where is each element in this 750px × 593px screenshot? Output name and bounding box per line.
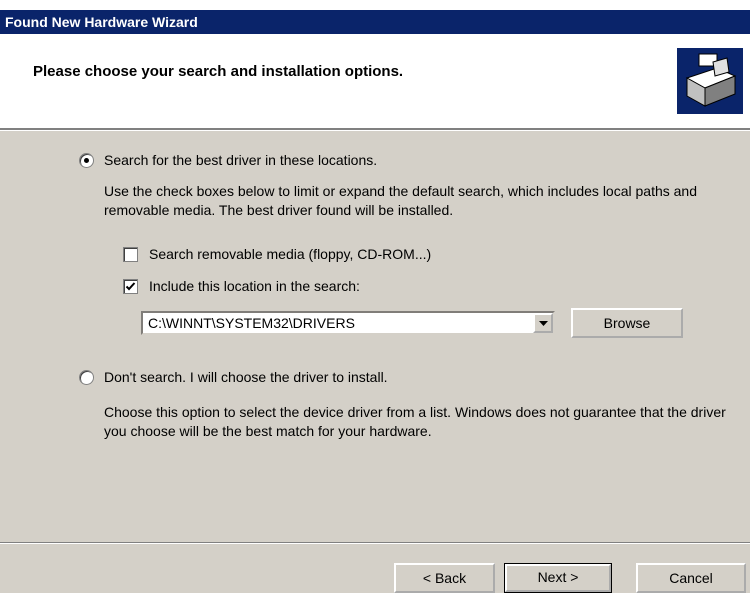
manual-option-description: Choose this option to select the device … bbox=[104, 404, 726, 439]
cancel-button[interactable]: Cancel bbox=[636, 563, 746, 593]
title-bar[interactable]: Found New Hardware Wizard bbox=[0, 0, 750, 34]
next-button[interactable]: Next > bbox=[504, 563, 612, 593]
hardware-wizard-icon bbox=[677, 48, 743, 114]
removable-media-checkbox[interactable] bbox=[123, 247, 138, 262]
manual-option-radio[interactable] bbox=[79, 370, 94, 385]
location-combobox[interactable]: C:\WINNT\SYSTEM32\DRIVERS bbox=[141, 311, 555, 335]
search-option-label[interactable]: Search for the best driver in these loca… bbox=[104, 152, 377, 168]
checkmark-icon bbox=[125, 282, 136, 291]
back-button[interactable]: < Back bbox=[394, 563, 495, 593]
browse-button[interactable]: Browse bbox=[571, 308, 683, 338]
dropdown-button[interactable] bbox=[533, 313, 553, 333]
page-heading: Please choose your search and installati… bbox=[33, 63, 404, 80]
manual-option-label[interactable]: Don't search. I will choose the driver t… bbox=[104, 369, 388, 385]
include-location-label[interactable]: Include this location in the search: bbox=[149, 278, 360, 294]
chevron-down-icon bbox=[539, 321, 548, 326]
include-location-checkbox[interactable] bbox=[123, 279, 138, 294]
radio-dot bbox=[84, 158, 89, 163]
header-divider bbox=[0, 128, 750, 131]
footer-divider bbox=[0, 542, 750, 544]
search-option-description: Use the check boxes below to limit or ex… bbox=[104, 183, 698, 218]
window-title: Found New Hardware Wizard bbox=[5, 14, 198, 30]
search-option-radio[interactable] bbox=[79, 153, 94, 168]
location-value[interactable]: C:\WINNT\SYSTEM32\DRIVERS bbox=[148, 315, 355, 331]
removable-media-label[interactable]: Search removable media (floppy, CD-ROM..… bbox=[149, 246, 431, 262]
wizard-header: Please choose your search and installati… bbox=[0, 34, 750, 128]
